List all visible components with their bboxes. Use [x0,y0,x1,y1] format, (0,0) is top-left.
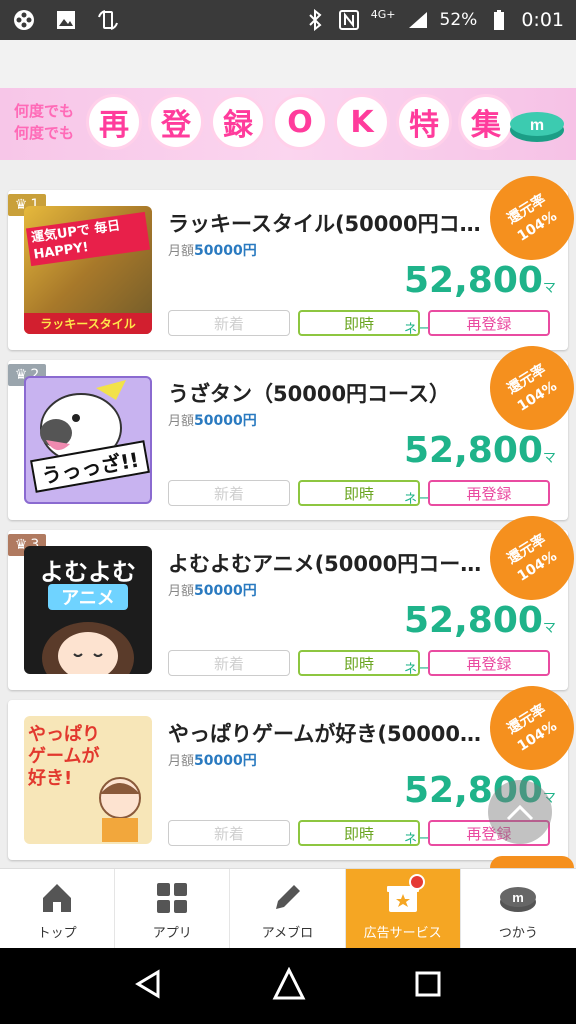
tab-use[interactable]: m つかう [461,869,576,949]
thumb-caption: よむよむ [40,558,136,586]
home-icon [37,878,77,918]
tag-instant: 即時 [298,650,420,676]
tag-instant: 即時 [298,820,420,846]
promo-banner[interactable]: 何度でも 何度でも 再 登 録 O K 特 集 m [0,88,576,160]
banner-headline: 再 登 録 O K 特 集 [86,94,514,150]
tab-top[interactable]: トップ [0,869,116,949]
banner-char: 登 [148,94,204,150]
tag-reregister: 再登録 [428,480,550,506]
banner-char: 再 [86,94,142,150]
thumb-caption: 運気UPで 毎日HAPPY! [25,211,151,267]
tag-row: 新着 即時 再登録 [168,310,550,336]
coin-icon: m [498,878,538,918]
network-type: 4G+ [370,7,396,21]
offer-price: 月額50000円 [168,580,257,600]
banner-char: 集 [458,94,514,150]
price-label: 月額 [168,754,195,769]
clock: 0:01 [521,9,564,31]
return-rate-badge: 還元率 104% [474,160,576,276]
battery-percent: 52% [439,10,478,30]
tab-ad-service[interactable]: 広告サービス [345,869,461,949]
reward-value: 52,800 [404,260,543,301]
tab-label: 広告サービス [363,925,442,941]
thumb-subcaption: ラッキースタイル [24,313,152,334]
offer-card[interactable]: ♛ 1 運気UPで 毎日HAPPY! ラッキースタイル ラッキースタイル(5000… [8,160,576,350]
android-nav-bar [0,948,576,1024]
tag-reregister: 再登録 [428,650,550,676]
next-rate-badge-partial [490,856,574,868]
banner-char: 特 [396,94,452,150]
price-value: 50000円 [194,413,257,429]
tag-new: 新着 [168,480,290,506]
tag-new: 新着 [168,820,290,846]
tag-row: 新着 即時 再登録 [168,480,550,506]
offer-price: 月額50000円 [168,750,257,770]
rotate-icon [96,8,120,32]
offer-card[interactable]: ♛ 2 うっっざ!! うざタン（50000円コース） 月額50000円 52,80… [8,330,576,520]
offer-price: 月額50000円 [168,410,257,430]
notification-dot [408,873,425,890]
bluetooth-icon [303,8,327,32]
battery-icon [487,8,511,32]
reward-value: 52,800 [404,430,543,471]
offer-thumbnail[interactable]: よむよむ アニメ [24,546,152,674]
tag-reregister: 再登録 [428,310,550,336]
tag-row: 新着 即時 再登録 [168,650,550,676]
tab-apps[interactable]: アプリ [115,869,231,949]
banner-char: K [334,94,390,150]
film-reel-icon [12,8,36,32]
tab-ameblo[interactable]: アメブロ [230,869,346,949]
game-boy-illustration [99,777,141,842]
recents-icon[interactable] [414,970,442,1002]
scroll-to-top-button[interactable] [488,780,552,844]
price-value: 50000円 [194,243,257,259]
svg-text:m: m [530,117,544,134]
price-value: 50000円 [194,753,257,769]
reward-value: 52,800 [404,600,543,641]
chevron-up-icon [506,804,534,821]
banner-char: O [272,94,328,150]
nfc-icon [337,8,361,32]
anime-girl-illustration [42,622,134,674]
back-icon[interactable] [134,969,164,1003]
price-label: 月額 [168,584,195,599]
gift-box-icon [383,873,425,918]
bottom-tab-bar: トップ アプリ アメブロ 広告サービス m つかう [0,868,576,949]
offer-thumbnail[interactable]: やっぱり ゲームが 好き! [24,716,152,844]
tag-instant: 即時 [298,310,420,336]
pencil-icon [267,878,307,918]
signal-icon [406,8,430,32]
offer-price: 月額50000円 [168,240,257,260]
banner-small-line-2: 何度でも [14,124,75,142]
thumb-subcaption: アニメ [48,584,128,610]
offer-title: うざタン（50000円コース） [168,382,451,406]
banner-char: 録 [210,94,266,150]
offer-card[interactable]: ♛ 3 よむよむ アニメ よむよむアニメ(50000円コー… 月額50000円 5… [8,500,576,690]
offer-title: ラッキースタイル(50000円コ… [168,212,481,236]
tag-new: 新着 [168,310,290,336]
banner-small-line-1: 何度でも [14,102,75,120]
offer-card[interactable]: やっぱり ゲームが 好き! やっぱりゲームが好き(50000… 月額50000円… [8,670,576,860]
banner-small-text: 何度でも 何度でも [14,100,74,144]
tab-label: つかう [498,925,538,941]
tab-label: アメブロ [261,925,314,941]
tag-instant: 即時 [298,480,420,506]
top-spacer [0,40,576,88]
svg-text:m: m [513,890,525,905]
offer-thumbnail[interactable]: うっっざ!! [24,376,152,504]
price-value: 50000円 [194,583,257,599]
offer-title: やっぱりゲームが好き(50000… [168,722,482,746]
tab-label: アプリ [152,925,192,941]
price-label: 月額 [168,414,195,429]
offer-title: よむよむアニメ(50000円コー… [168,552,482,576]
price-label: 月額 [168,244,195,259]
tab-label: トップ [37,925,77,941]
coin-icon: m [510,112,564,142]
image-icon [54,8,78,32]
offer-thumbnail[interactable]: 運気UPで 毎日HAPPY! ラッキースタイル [24,206,152,334]
tag-new: 新着 [168,650,290,676]
home-button-icon[interactable] [272,966,306,1005]
grid-icon [152,878,192,918]
status-bar: 4G+ 52% 0:01 [0,0,576,40]
